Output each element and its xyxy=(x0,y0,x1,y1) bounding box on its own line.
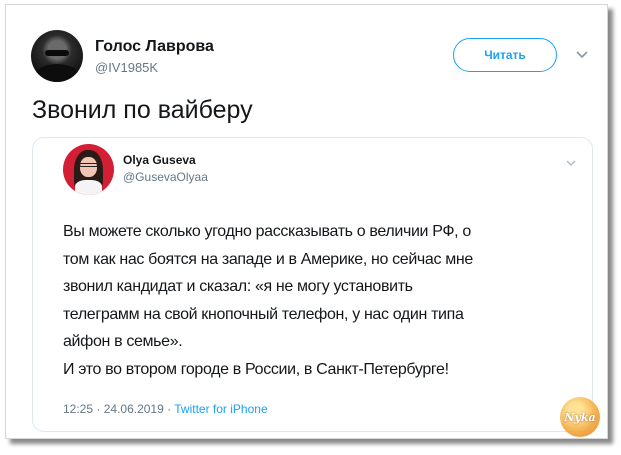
avatar-face xyxy=(80,157,97,177)
tweet-date[interactable]: 24.06.2019 xyxy=(104,402,164,416)
chevron-down-icon[interactable] xyxy=(576,50,588,60)
quoted-text-line: Вы можете сколько угодно рассказывать о … xyxy=(63,223,471,240)
quoted-author-name[interactable]: Olya Guseva xyxy=(123,153,196,167)
quoted-text-line: том как нас боятся на западе и в Америке… xyxy=(63,250,473,268)
avatar-hood xyxy=(35,64,79,82)
quoted-text-line: телеграмм на свой кнопочный телефон, у н… xyxy=(63,305,464,323)
tweet-source-link[interactable]: Twitter for iPhone xyxy=(174,402,267,416)
quoted-text-line: айфон в семье». xyxy=(63,333,183,350)
author-handle[interactable]: @IV1985K xyxy=(95,60,158,75)
tweet-time[interactable]: 12:25 xyxy=(63,402,93,416)
quoted-text-line: звонил кандидат и сказал: «я не могу уст… xyxy=(63,278,413,295)
follow-button[interactable]: Читать xyxy=(453,38,557,72)
quoted-author-handle[interactable]: @GusevaOlyaa xyxy=(123,170,208,184)
avatar-sunglasses xyxy=(45,50,69,56)
avatar-shirt xyxy=(75,180,102,195)
site-watermark-logo: Nyka xyxy=(560,397,600,437)
quoted-tweet-meta: 12:25 · 24.06.2019 · Twitter for iPhone xyxy=(63,402,268,416)
avatar-glasses xyxy=(79,163,98,167)
chevron-down-icon[interactable] xyxy=(566,159,576,167)
author-avatar[interactable] xyxy=(31,30,83,82)
quoted-text-line: И это во втором городе в России, в Санкт… xyxy=(63,360,449,378)
tweet-text: Звонил по вайберу xyxy=(32,96,253,124)
quoted-tweet-text: Вы можете сколько угодно рассказывать о … xyxy=(63,218,583,383)
author-name[interactable]: Голос Лаврова xyxy=(95,38,214,56)
meta-separator: · xyxy=(96,402,104,416)
quoted-author-avatar[interactable] xyxy=(63,144,114,195)
